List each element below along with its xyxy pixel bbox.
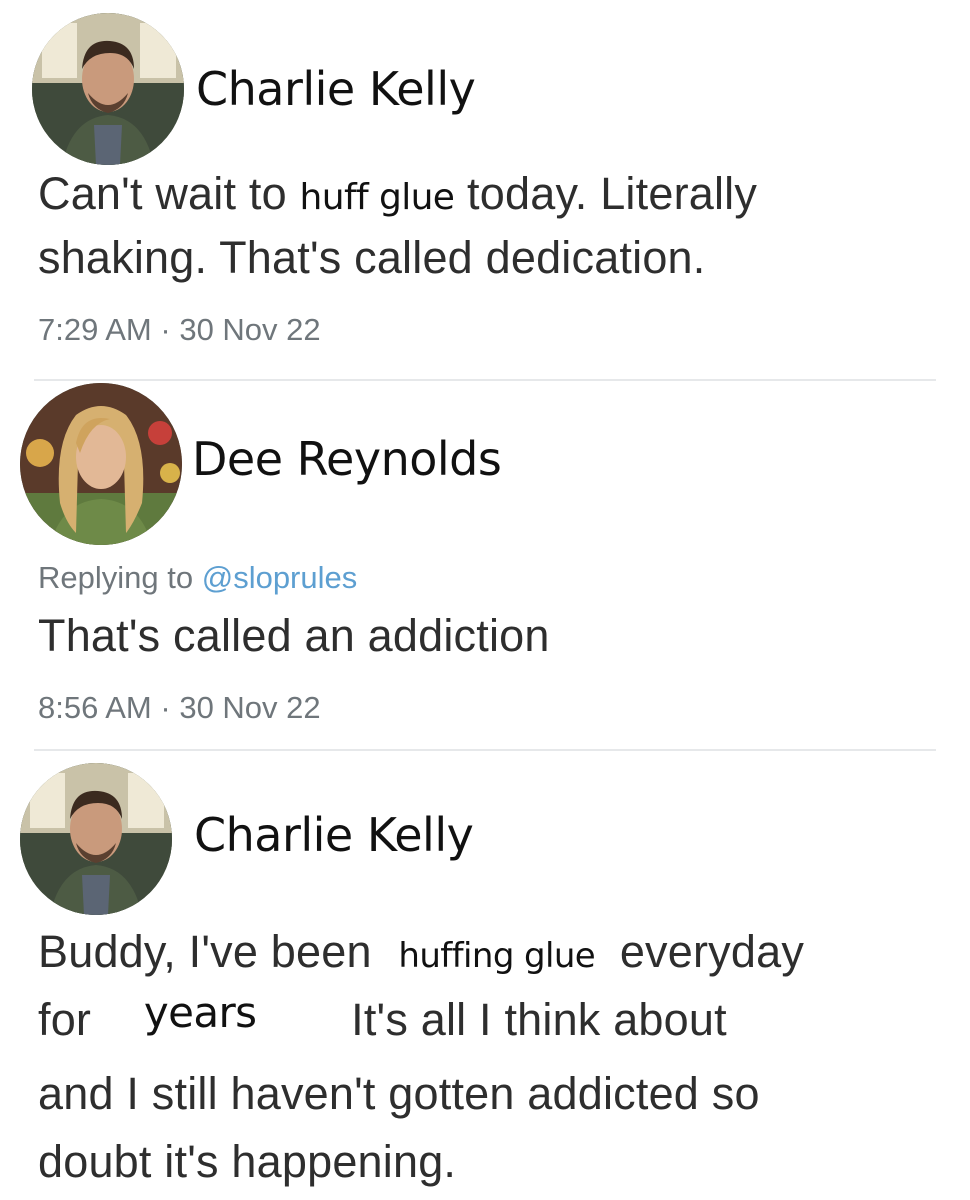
charlie-kelly-avatar-icon[interactable] bbox=[20, 763, 172, 915]
tweet-timestamp[interactable]: 8:56 AM · 30 Nov 22 bbox=[38, 690, 321, 726]
tweet-text: today. Literally bbox=[454, 168, 758, 219]
tweet-1: Charlie Kelly Can't wait to huff glue to… bbox=[0, 0, 970, 378]
replying-to: Replying to @sloprules bbox=[38, 560, 357, 596]
replying-label: Replying to bbox=[38, 560, 194, 595]
tweet-text-line: for years It's all I think about bbox=[38, 988, 727, 1046]
tweet-time: 8:56 AM bbox=[38, 690, 152, 725]
charlie-kelly-avatar-icon[interactable] bbox=[32, 13, 184, 165]
meta-separator: · bbox=[160, 312, 171, 347]
tweet-text-line: shaking. That's called dedication. bbox=[38, 232, 705, 284]
tweet-text: That's called an addiction bbox=[38, 610, 550, 661]
tweet-text-line: and I still haven't gotten addicted so bbox=[38, 1068, 760, 1120]
meta-separator: · bbox=[160, 690, 171, 725]
overlay-text: huffing glue bbox=[398, 936, 596, 976]
author-name[interactable]: Charlie Kelly bbox=[194, 808, 474, 862]
tweet-text: shaking. That's called dedication. bbox=[38, 232, 706, 283]
tweet-timestamp[interactable]: 7:29 AM · 30 Nov 22 bbox=[38, 312, 321, 348]
tweet-text-line: Can't wait to huff glue today. Literally bbox=[38, 168, 757, 220]
tweet-text: It's all I think about bbox=[351, 994, 727, 1045]
tweet-text: and I still haven't gotten addicted so bbox=[38, 1068, 760, 1119]
tweet-date: 30 Nov 22 bbox=[179, 690, 321, 725]
tweet-text-line: Buddy, I've been huffing glue everyday bbox=[38, 926, 804, 978]
tweet-text: everyday bbox=[619, 926, 805, 977]
replying-handle-link[interactable]: @sloprules bbox=[202, 560, 358, 595]
tweet-text-line: doubt it's happening. bbox=[38, 1136, 456, 1188]
tweet-text: for bbox=[38, 994, 92, 1045]
tweet-text: doubt it's happening. bbox=[38, 1136, 457, 1187]
author-name[interactable]: Dee Reynolds bbox=[192, 432, 502, 486]
tweet-text: Can't wait to bbox=[38, 168, 300, 219]
overlay-text: years bbox=[143, 988, 257, 1037]
tweet-time: 7:29 AM bbox=[38, 312, 152, 347]
tweet-date: 30 Nov 22 bbox=[179, 312, 321, 347]
tweet-2: Dee Reynolds Replying to @sloprules That… bbox=[0, 380, 970, 748]
dee-reynolds-avatar-icon[interactable] bbox=[20, 383, 182, 545]
overlay-text: huff glue bbox=[299, 177, 455, 218]
tweet-3: Charlie Kelly Buddy, I've been huffing g… bbox=[0, 750, 970, 1200]
tweet-text: Buddy, I've been bbox=[38, 926, 372, 977]
author-name[interactable]: Charlie Kelly bbox=[196, 62, 476, 116]
tweet-text-line: That's called an addiction bbox=[38, 610, 550, 662]
